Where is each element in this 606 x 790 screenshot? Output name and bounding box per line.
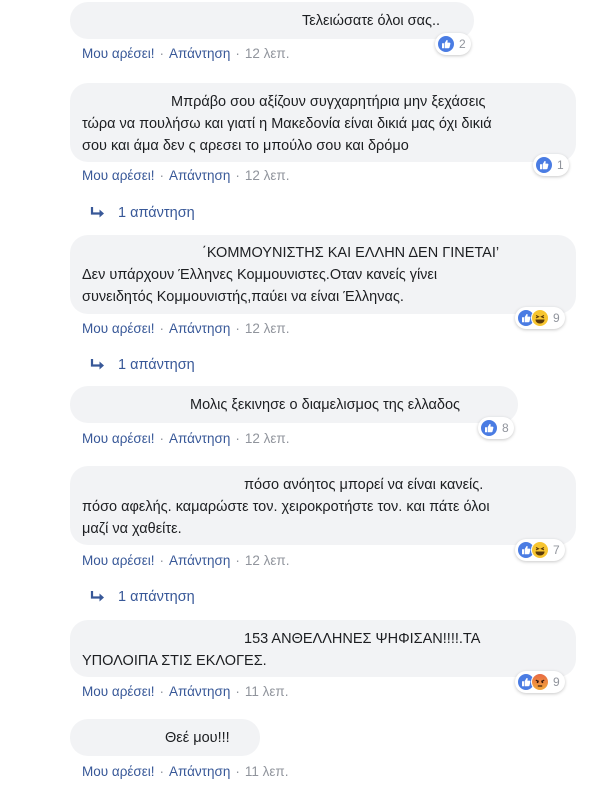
replies-count: 1 απάντηση — [118, 589, 195, 605]
comment-text: συνειδητός Κομμουνιστής,παύει να είναι Έ… — [82, 289, 404, 305]
haha-reaction-icon — [531, 309, 549, 327]
reply-button[interactable]: Απάντηση — [169, 553, 230, 568]
view-replies-link[interactable]: 1 απάντηση — [90, 355, 195, 375]
comment-actions: Μου αρέσει! · Απάντηση · 12 λεπ. — [82, 552, 289, 570]
separator-dot: · — [235, 764, 240, 779]
reply-button[interactable]: Απάντηση — [169, 764, 230, 779]
separator-dot: · — [235, 684, 240, 699]
comment-text: Μπράβο σου αξίζουν συγχαρητήρια μην ξεχά… — [171, 94, 486, 110]
separator-dot: · — [235, 321, 240, 336]
reaction-count: 7 — [553, 543, 560, 557]
comment-text: πόσο αφελής. καμαρώστε τον. χειροκροτήστ… — [82, 499, 490, 515]
comment-timestamp[interactable]: 12 λεπ. — [245, 168, 290, 183]
like-button[interactable]: Μου αρέσει! — [82, 168, 155, 183]
separator-dot: · — [159, 684, 165, 699]
like-button[interactable]: Μου αρέσει! — [82, 684, 155, 699]
like-reaction-icon — [437, 35, 455, 53]
comment-actions: Μου αρέσει! · Απάντηση · 11 λεπ. — [82, 763, 288, 781]
reactions-summary[interactable]: 9 — [515, 671, 565, 693]
separator-dot: · — [159, 553, 165, 568]
comment-text: μαζί να χαθείτε. — [82, 521, 182, 537]
reaction-count: 2 — [459, 37, 466, 51]
separator-dot: · — [159, 321, 165, 336]
haha-reaction-icon — [531, 541, 549, 559]
comment-text: πόσο ανόητος μπορεί να είναι κανείς. — [244, 477, 484, 493]
comment-timestamp[interactable]: 12 λεπ. — [245, 553, 290, 568]
reply-button[interactable]: Απάντηση — [169, 684, 230, 699]
separator-dot: · — [235, 553, 240, 568]
comment-actions: Μου αρέσει! · Απάντηση · 12 λεπ. — [82, 430, 289, 448]
view-replies-link[interactable]: 1 απάντηση — [90, 587, 195, 607]
separator-dot: · — [159, 46, 165, 61]
separator-dot: · — [159, 764, 165, 779]
like-button[interactable]: Μου αρέσει! — [82, 431, 155, 446]
reply-button[interactable]: Απάντηση — [169, 46, 230, 61]
angry-reaction-icon — [531, 673, 549, 691]
like-button[interactable]: Μου αρέσει! — [82, 46, 155, 61]
separator-dot: · — [235, 431, 240, 446]
reply-arrow-icon — [90, 591, 104, 602]
reactions-summary[interactable]: 2 — [435, 33, 471, 55]
reaction-count: 9 — [553, 311, 560, 325]
comment-actions: Μου αρέσει! · Απάντηση · 12 λεπ. — [82, 320, 289, 338]
separator-dot: · — [235, 46, 240, 61]
reply-button[interactable]: Απάντηση — [169, 168, 230, 183]
comment-timestamp[interactable]: 12 λεπ. — [245, 431, 290, 446]
like-button[interactable]: Μου αρέσει! — [82, 321, 155, 336]
comment-text: Μολις ξεκινησε ο διαμελισμος της ελλαδος — [190, 397, 461, 413]
comment-text: Τελειώσατε όλοι σας.. — [302, 13, 441, 29]
comment-text: 153 ΑΝΘΕΛΛΗΝΕΣ ΨΗΦΙΣΑΝ!!!!.ΤΑ — [244, 631, 481, 647]
comment-actions: Μου αρέσει! · Απάντηση · 11 λεπ. — [82, 683, 288, 701]
comment-text: τώρα να πουλήσω και γιατί η Μακεδονία εί… — [82, 116, 492, 132]
reaction-count: 9 — [553, 675, 560, 689]
view-replies-link[interactable]: 1 απάντηση — [90, 203, 195, 223]
reactions-summary[interactable]: 8 — [478, 417, 514, 439]
comment-text: Θεέ μου!!! — [165, 730, 230, 746]
comment-timestamp[interactable]: 12 λεπ. — [245, 46, 290, 61]
like-reaction-icon — [480, 419, 498, 437]
reaction-count: 1 — [557, 158, 564, 172]
separator-dot: · — [159, 431, 165, 446]
comment-timestamp[interactable]: 11 λεπ. — [245, 684, 289, 699]
reactions-summary[interactable]: 7 — [515, 539, 565, 561]
like-button[interactable]: Μου αρέσει! — [82, 764, 155, 779]
comment-actions: Μου αρέσει! · Απάντηση · 12 λεπ. — [82, 167, 289, 185]
comment-timestamp[interactable]: 11 λεπ. — [245, 764, 289, 779]
like-reaction-icon — [535, 156, 553, 174]
reaction-count: 8 — [502, 421, 509, 435]
reply-button[interactable]: Απάντηση — [169, 431, 230, 446]
replies-count: 1 απάντηση — [118, 357, 195, 373]
replies-count: 1 απάντηση — [118, 205, 195, 221]
reply-arrow-icon — [90, 359, 104, 370]
separator-dot: · — [159, 168, 165, 183]
comment-text: ΥΠΟΛΟΙΠΑ ΣΤΙΣ ΕΚΛΟΓΕΣ. — [82, 653, 267, 669]
reply-button[interactable]: Απάντηση — [169, 321, 230, 336]
reply-arrow-icon — [90, 207, 104, 218]
comment-text: σου και άμα δεν ς αρεσει το μπούλο σου κ… — [82, 138, 409, 154]
separator-dot: · — [235, 168, 240, 183]
comment-timestamp[interactable]: 12 λεπ. — [245, 321, 290, 336]
comment-text: ΄ΚΟΜΜΟΥΝΙΣΤΗΣ ΚΑΙ ΕΛΛΗΝ ΔΕΝ ΓΙΝΕΤΑΙ’ — [202, 245, 500, 261]
like-button[interactable]: Μου αρέσει! — [82, 553, 155, 568]
reactions-summary[interactable]: 9 — [515, 307, 565, 329]
reactions-summary[interactable]: 1 — [533, 154, 569, 176]
comment-actions: Μου αρέσει! · Απάντηση · 12 λεπ. — [82, 45, 289, 63]
comment-text: Δεν υπάρχουν Έλληνες Κομμουνιστες.Οταν κ… — [82, 267, 438, 283]
